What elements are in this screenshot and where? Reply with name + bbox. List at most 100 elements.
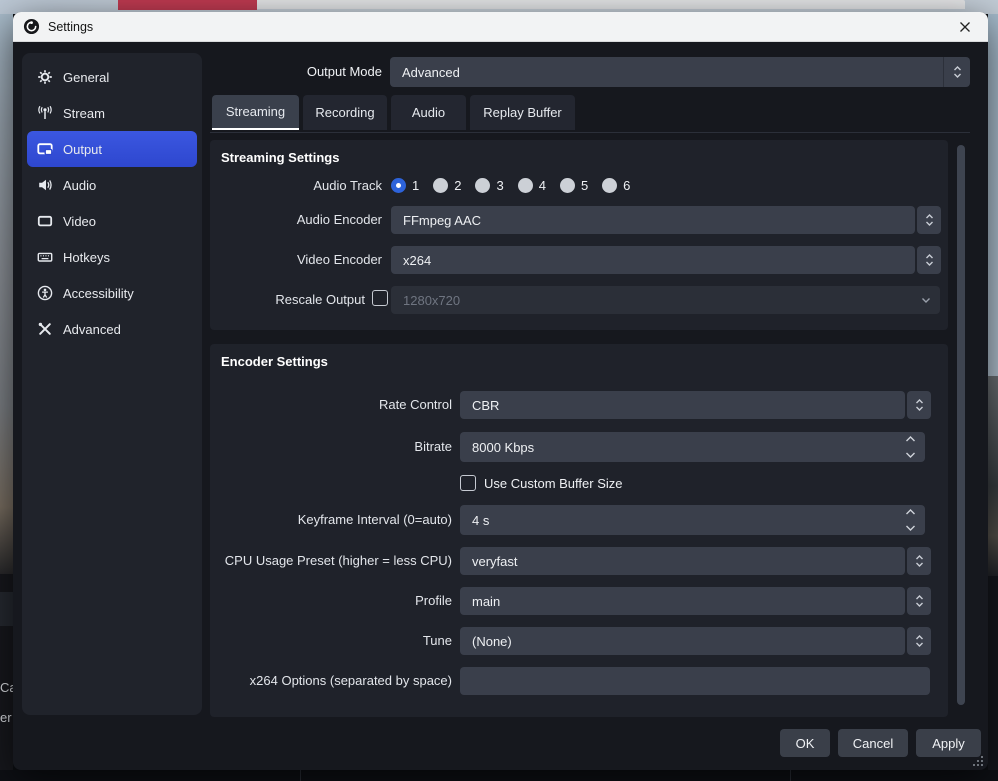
broadcast-icon bbox=[37, 105, 53, 121]
audio-track-radio-4[interactable]: 4 bbox=[518, 178, 546, 193]
monitor-icon bbox=[37, 213, 53, 229]
audio-track-radio-3[interactable]: 3 bbox=[475, 178, 503, 193]
rescale-resolution-select[interactable]: 1280x720 bbox=[391, 286, 940, 314]
bitrate-value: 8000 Kbps bbox=[460, 440, 897, 455]
output-icon bbox=[37, 141, 53, 157]
background-left-box bbox=[0, 592, 13, 626]
sidebar-item-audio[interactable]: Audio bbox=[27, 167, 197, 203]
radio-icon bbox=[518, 178, 533, 193]
tab-replay-buffer[interactable]: Replay Buffer bbox=[470, 95, 575, 130]
radio-label: 1 bbox=[412, 178, 419, 193]
sidebar-item-label: Audio bbox=[63, 178, 96, 193]
output-tab-bar: Streaming Recording Audio Replay Buffer bbox=[212, 95, 575, 130]
background-divider bbox=[790, 770, 791, 781]
sidebar-item-accessibility[interactable]: Accessibility bbox=[27, 275, 197, 311]
radio-checked-icon bbox=[391, 178, 406, 193]
radio-icon bbox=[475, 178, 490, 193]
panel-title: Encoder Settings bbox=[221, 354, 328, 369]
spinner-arrows-icon[interactable] bbox=[897, 508, 923, 532]
audio-encoder-select[interactable]: FFmpeg AAC bbox=[391, 206, 915, 234]
tune-select[interactable]: (None) bbox=[460, 627, 905, 655]
chevron-updown-icon[interactable] bbox=[917, 206, 941, 234]
keyframe-interval-value: 4 s bbox=[460, 513, 897, 528]
tab-audio[interactable]: Audio bbox=[391, 95, 466, 130]
spinner-arrows-icon[interactable] bbox=[897, 435, 923, 459]
audio-track-radio-6[interactable]: 6 bbox=[602, 178, 630, 193]
profile-value: main bbox=[460, 594, 905, 609]
sidebar-item-output[interactable]: Output bbox=[27, 131, 197, 167]
chevron-updown-icon[interactable] bbox=[943, 57, 970, 87]
cpu-usage-preset-select[interactable]: veryfast bbox=[460, 547, 905, 575]
background-divider bbox=[300, 770, 301, 781]
video-encoder-label: Video Encoder bbox=[210, 252, 382, 267]
resize-grip[interactable] bbox=[972, 755, 983, 766]
x264-options-label: x264 Options (separated by space) bbox=[210, 673, 452, 688]
sidebar-item-general[interactable]: General bbox=[27, 59, 197, 95]
tab-streaming[interactable]: Streaming bbox=[212, 95, 299, 130]
tab-label: Replay Buffer bbox=[483, 105, 562, 120]
rescale-output-checkbox[interactable] bbox=[372, 290, 388, 306]
tune-label: Tune bbox=[210, 633, 452, 648]
audio-encoder-value: FFmpeg AAC bbox=[391, 213, 915, 228]
tools-icon bbox=[37, 321, 53, 337]
cancel-button[interactable]: Cancel bbox=[838, 729, 908, 757]
sidebar-item-stream[interactable]: Stream bbox=[27, 95, 197, 131]
sidebar-item-advanced[interactable]: Advanced bbox=[27, 311, 197, 347]
output-mode-select[interactable]: Advanced bbox=[390, 57, 970, 87]
audio-track-radio-5[interactable]: 5 bbox=[560, 178, 588, 193]
profile-select[interactable]: main bbox=[460, 587, 905, 615]
rate-control-value: CBR bbox=[460, 398, 905, 413]
tab-label: Streaming bbox=[226, 104, 285, 119]
video-encoder-select[interactable]: x264 bbox=[391, 246, 915, 274]
chevron-down-icon bbox=[912, 297, 940, 304]
audio-track-radio-2[interactable]: 2 bbox=[433, 178, 461, 193]
profile-label: Profile bbox=[210, 593, 452, 608]
scrollbar-thumb[interactable] bbox=[957, 145, 965, 705]
chevron-updown-icon[interactable] bbox=[907, 587, 931, 615]
tab-recording[interactable]: Recording bbox=[303, 95, 387, 130]
settings-window: Settings General Stream Output bbox=[13, 12, 988, 770]
ok-button[interactable]: OK bbox=[780, 729, 830, 757]
use-custom-buffer-checkbox[interactable] bbox=[460, 475, 476, 491]
radio-label: 4 bbox=[539, 178, 546, 193]
tab-label: Audio bbox=[412, 105, 445, 120]
audio-track-radio-1[interactable]: 1 bbox=[391, 178, 419, 193]
background-right-photo bbox=[988, 376, 998, 576]
keyboard-icon bbox=[37, 249, 53, 265]
video-encoder-value: x264 bbox=[391, 253, 915, 268]
rescale-resolution-value: 1280x720 bbox=[391, 293, 912, 308]
tab-label: Recording bbox=[315, 105, 374, 120]
sidebar-item-hotkeys[interactable]: Hotkeys bbox=[27, 239, 197, 275]
sidebar-item-label: Output bbox=[63, 142, 102, 157]
output-mode-value: Advanced bbox=[390, 65, 943, 80]
sidebar-item-video[interactable]: Video bbox=[27, 203, 197, 239]
radio-label: 6 bbox=[623, 178, 630, 193]
titlebar: Settings bbox=[13, 12, 988, 42]
radio-label: 5 bbox=[581, 178, 588, 193]
chevron-updown-icon[interactable] bbox=[917, 246, 941, 274]
tune-value: (None) bbox=[460, 634, 905, 649]
tab-pane-border bbox=[210, 132, 970, 133]
use-custom-buffer-label: Use Custom Buffer Size bbox=[484, 476, 622, 491]
audio-track-label: Audio Track bbox=[210, 178, 382, 193]
chevron-updown-icon[interactable] bbox=[907, 627, 931, 655]
rescale-output-label: Rescale Output bbox=[210, 292, 365, 307]
close-button[interactable] bbox=[952, 16, 978, 38]
gear-icon bbox=[37, 69, 53, 85]
background-right-dark bbox=[988, 576, 998, 781]
radio-icon bbox=[560, 178, 575, 193]
radio-icon bbox=[602, 178, 617, 193]
sidebar: General Stream Output Audio Video bbox=[22, 53, 202, 715]
chevron-updown-icon[interactable] bbox=[907, 391, 931, 419]
radio-label: 3 bbox=[496, 178, 503, 193]
cpu-usage-preset-value: veryfast bbox=[460, 554, 905, 569]
close-icon bbox=[959, 21, 971, 33]
keyframe-interval-spinbox[interactable]: 4 s bbox=[460, 505, 925, 535]
background-text-fragment: Ca bbox=[0, 680, 13, 696]
apply-button[interactable]: Apply bbox=[916, 729, 981, 757]
background-right-sky bbox=[988, 14, 998, 376]
chevron-updown-icon[interactable] bbox=[907, 547, 931, 575]
bitrate-spinbox[interactable]: 8000 Kbps bbox=[460, 432, 925, 462]
x264-options-input[interactable] bbox=[460, 667, 930, 695]
rate-control-select[interactable]: CBR bbox=[460, 391, 905, 419]
